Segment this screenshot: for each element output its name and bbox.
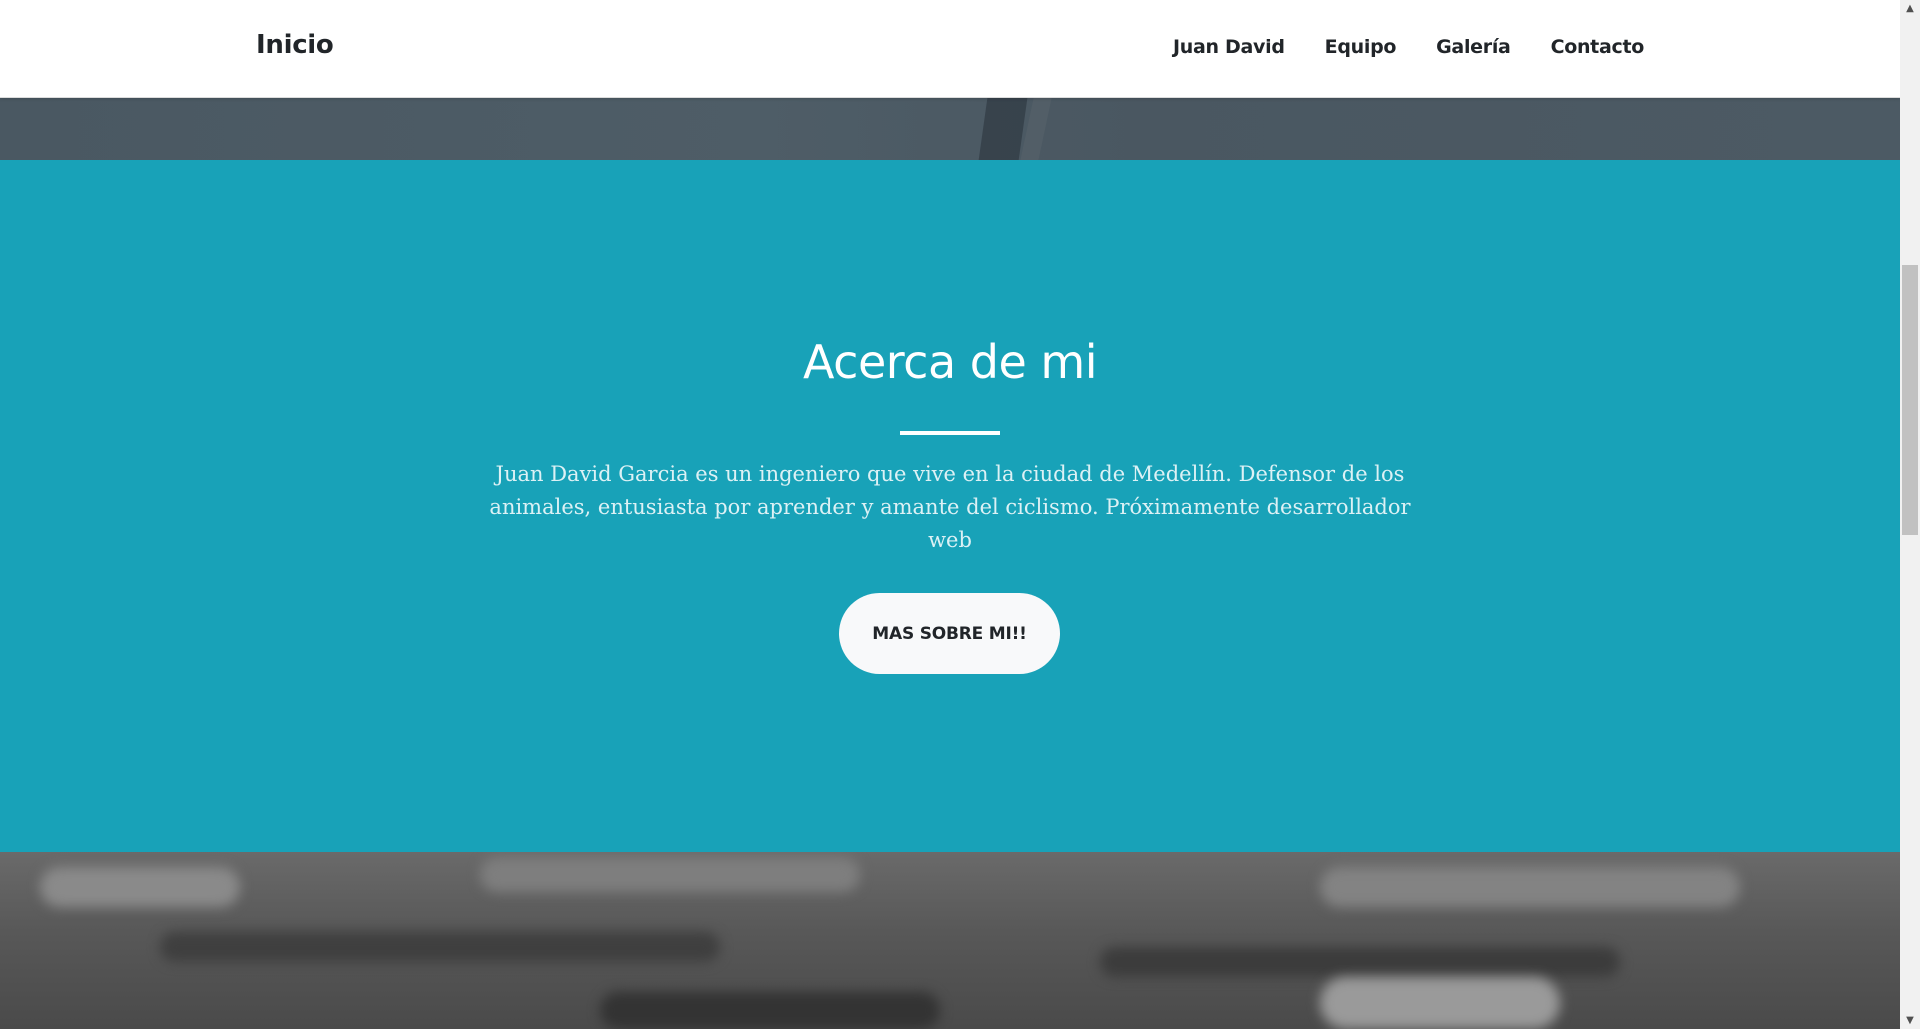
navbar: Inicio Juan David Equipo Galería Contact…	[0, 0, 1900, 98]
about-section: Acerca de mi Juan David Garcia es un ing…	[0, 160, 1900, 852]
scroll-thumb[interactable]	[1902, 265, 1918, 535]
more-about-me-button[interactable]: MAS SOBRE MI!!	[839, 593, 1060, 674]
background-blur-shape	[40, 867, 240, 907]
background-blur-shape	[600, 992, 940, 1029]
chevron-down-icon[interactable]: ▼	[1900, 1012, 1920, 1029]
brand-link[interactable]: Inicio	[256, 30, 334, 60]
chevron-up-icon[interactable]: ▲	[1900, 0, 1920, 17]
nav-link-contacto[interactable]: Contacto	[1551, 36, 1645, 58]
background-blur-shape	[1320, 977, 1560, 1029]
background-blur-shape	[480, 857, 860, 892]
background-blur-shape	[1100, 947, 1620, 977]
nav-links: Juan David Equipo Galería Contacto	[1173, 36, 1644, 58]
background-blur-shape	[1320, 867, 1740, 907]
nav-link-juan-david[interactable]: Juan David	[1173, 36, 1285, 58]
title-divider	[900, 431, 1000, 435]
scrollbar[interactable]: ▲ ▼	[1900, 0, 1920, 1029]
nav-link-equipo[interactable]: Equipo	[1325, 36, 1397, 58]
background-blur-shape	[160, 932, 720, 962]
page: Inicio Juan David Equipo Galería Contact…	[0, 0, 1900, 1029]
gallery-background	[0, 852, 1900, 1029]
about-text: Juan David Garcia es un ingeniero que vi…	[489, 462, 1411, 552]
nav-link-galeria[interactable]: Galería	[1436, 36, 1511, 58]
about-title: Acerca de mi	[803, 335, 1097, 389]
